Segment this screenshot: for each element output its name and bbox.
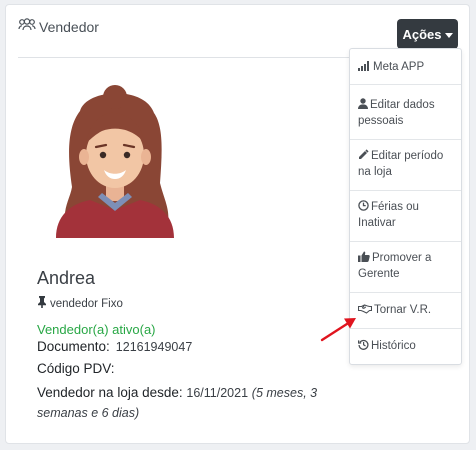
menu-divider — [350, 84, 461, 85]
menu-item-label: Histórico — [371, 340, 416, 352]
pencil-icon — [358, 149, 369, 165]
status-text: Vendedor(a) ativo(a) — [37, 322, 156, 337]
pdv-label: Código PDV: — [37, 361, 115, 376]
menu-divider — [350, 139, 461, 140]
user-icon — [358, 98, 368, 114]
document-row: Documento: 12161949047 — [37, 339, 192, 354]
avatar — [54, 83, 176, 238]
pdv-row: Código PDV: — [37, 361, 121, 376]
header-divider — [18, 57, 353, 58]
since-date: 16/11/2021 — [186, 386, 249, 400]
menu-divider — [350, 328, 461, 329]
handshake-icon — [357, 304, 373, 319]
menu-item-label: Tornar V.R. — [374, 304, 432, 316]
menu-item-label: Editar dados pessoais — [358, 99, 435, 127]
menu-item-vacation[interactable]: Férias ou Inativar — [350, 200, 461, 231]
menu-divider — [350, 241, 461, 242]
card-title: Vendedor — [39, 18, 99, 35]
caret-down-icon — [444, 32, 453, 38]
menu-item-meta-app[interactable]: Meta APP — [350, 60, 461, 76]
seller-role: vendedor Fixo — [37, 296, 123, 311]
menu-divider — [350, 292, 461, 293]
actions-menu: Meta APP Editar dados pessoais Editar pe… — [349, 48, 462, 365]
menu-item-become-vr[interactable]: Tornar V.R. — [350, 303, 461, 319]
menu-item-promote[interactable]: Promover a Gerente — [350, 251, 461, 282]
actions-button-label: Ações — [402, 26, 442, 42]
since-label: Vendedor na loja desde: — [37, 385, 183, 400]
red-arrow-icon — [320, 318, 356, 342]
clock-icon — [358, 200, 369, 216]
document-value: 12161949047 — [115, 340, 193, 354]
menu-item-history[interactable]: Histórico — [350, 339, 461, 355]
seller-role-label: vendedor Fixo — [50, 297, 123, 310]
users-icon — [18, 18, 36, 35]
document-label: Documento: — [37, 339, 110, 354]
menu-item-label: Meta APP — [373, 61, 425, 73]
menu-item-edit-personal[interactable]: Editar dados pessoais — [350, 98, 461, 129]
thumbs-up-icon — [358, 251, 370, 267]
since-row: Vendedor na loja desde: 16/11/2021 (5 me… — [37, 383, 357, 423]
pin-icon — [37, 296, 47, 311]
card-header: Vendedor — [18, 18, 99, 35]
menu-item-edit-period[interactable]: Editar período na loja — [350, 149, 461, 180]
seller-name: Andrea — [37, 268, 96, 288]
seller-card: Vendedor Ações Meta APP Editar dados pes… — [5, 4, 470, 444]
actions-button[interactable]: Ações — [397, 19, 458, 49]
signal-bars-icon — [358, 60, 371, 76]
menu-item-label: Editar período na loja — [358, 150, 444, 178]
menu-divider — [350, 190, 461, 191]
